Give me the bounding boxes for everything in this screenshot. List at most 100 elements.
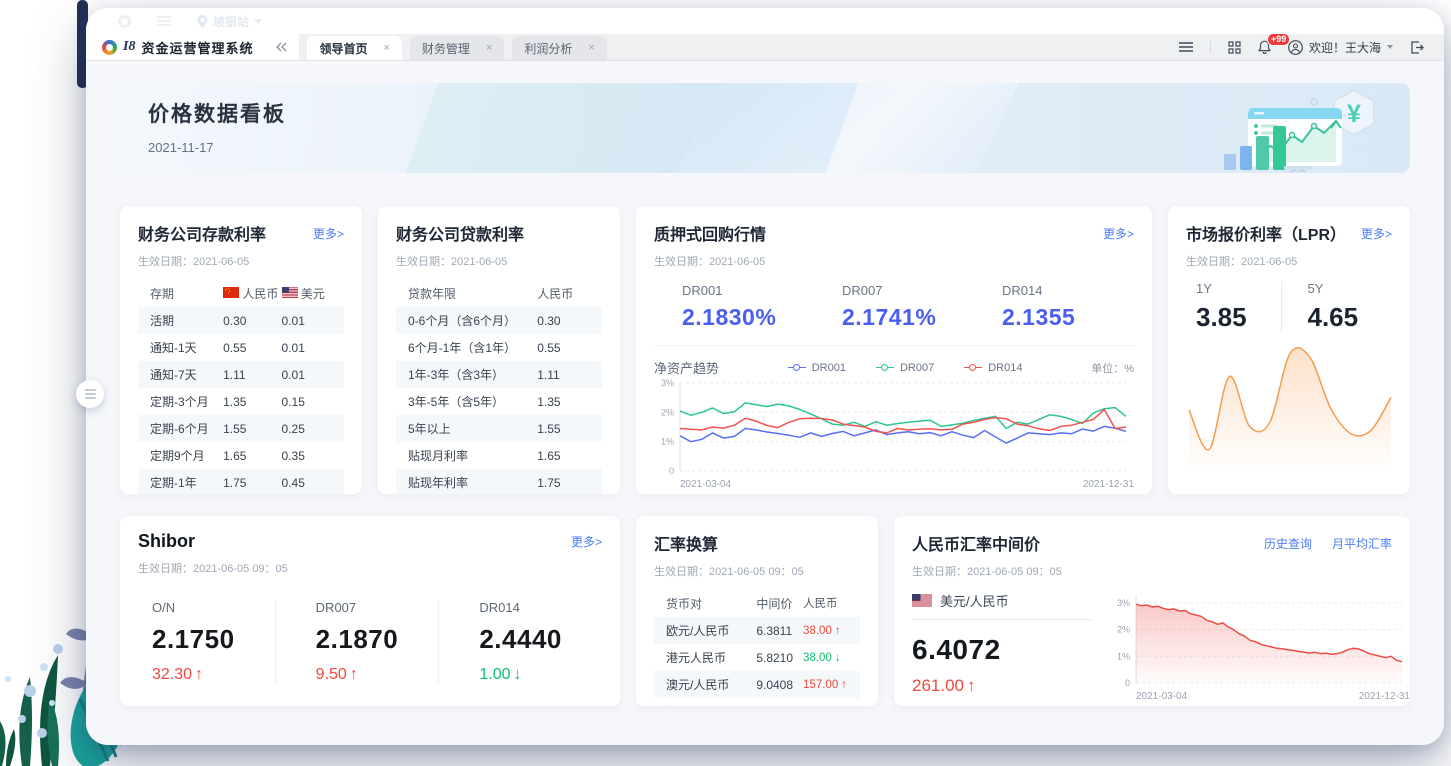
change-value: 9.50 (316, 666, 439, 684)
welcome-text: 欢迎！王大海 (1309, 39, 1381, 56)
tab-close-icon[interactable]: × (486, 42, 492, 54)
parity-value: 6.4072 (912, 634, 1092, 666)
app-logo: I8 资金运营管理系统 (86, 34, 263, 60)
divider (1210, 41, 1211, 53)
table-row: 通知-7天 1.11 0.01 (138, 361, 344, 388)
deposit-rate-table: 存期 人民币 美元 (138, 279, 344, 494)
effective-date: 生效日期：2021-06-05 (396, 253, 602, 269)
logo-text: I8 (123, 39, 135, 55)
lpr-stats: 1Y 3.85 5Y 4.65 (1186, 281, 1392, 333)
more-link[interactable]: 更多> (313, 225, 344, 242)
card-title: 汇率换算 (654, 531, 718, 555)
tab-label: 利润分析 (524, 40, 572, 57)
loan-rows: 0-6个月（含6个月） 0.30 6个月-1年（含1年） 0.55 (396, 307, 602, 494)
svg-text:1%: 1% (661, 437, 674, 447)
svg-text:0: 0 (669, 466, 674, 476)
ghost-logo-icon (118, 15, 131, 28)
deposit-rows: 活期 0.30 0.01 通知-1天 0.55 0.01 (138, 307, 344, 494)
apps-grid-icon[interactable] (1228, 41, 1241, 54)
us-flag-icon (282, 287, 298, 298)
table-row: 新西兰元/人民币 4.6150 105.00 (654, 698, 860, 706)
stat-dr007: DR007 2.1741% (814, 283, 974, 331)
effective-date: 生效日期：2021-06-05 09：05 (912, 563, 1392, 579)
fx-rows: 欧元/人民币 6.3811 38.00 港元人民币 5.8210 38.00 (654, 617, 860, 706)
rmb-quote: 美元/人民币 6.4072 261.00 (912, 587, 1092, 702)
trend-arrow-icon (835, 652, 841, 664)
deposit-rate-card: 财务公司存款利率 更多> 生效日期：2021-06-05 存期 人民币 (120, 206, 362, 494)
table-header: 货币对 中间价 人民币 (654, 589, 860, 617)
legend-item-dr007[interactable]: DR007 (876, 362, 934, 374)
card-title: 人民币汇率中间价 (912, 531, 1040, 555)
svg-text:3%: 3% (661, 378, 674, 388)
cn-flag-icon (223, 287, 239, 298)
table-header: 存期 人民币 美元 (138, 279, 344, 307)
cards-row-2: Shibor 更多> 生效日期：2021-06-05 09：05 O/N 2.1… (120, 516, 1410, 706)
effective-date: 生效日期：2021-06-05 09：05 (654, 563, 860, 579)
cards-row-1: 财务公司存款利率 更多> 生效日期：2021-06-05 存期 人民币 (120, 206, 1410, 494)
table-row: 6个月-1年（含1年） 0.55 (396, 334, 602, 361)
effective-date: 生效日期：2021-06-05 (654, 253, 1134, 269)
ghost-toolbar: 坡银站 (86, 8, 1444, 34)
lpr-wave-chart (1186, 335, 1392, 469)
collapse-tabs-icon[interactable] (263, 34, 299, 60)
tab-finance-management[interactable]: 财务管理 × (410, 36, 504, 60)
logout-icon[interactable] (1410, 41, 1424, 54)
tab-profit-analysis[interactable]: 利润分析 × (512, 36, 606, 60)
table-row: 港元人民币 5.8210 38.00 (654, 644, 860, 671)
tab-close-icon[interactable]: × (588, 42, 594, 54)
card-title: 市场报价利率（LPR） (1186, 221, 1346, 245)
legend-item-dr014[interactable]: DR014 (964, 362, 1022, 374)
more-link[interactable]: 更多> (571, 533, 602, 550)
effective-date: 生效日期：2021-06-05 (1186, 253, 1392, 269)
menu-icon[interactable] (1179, 42, 1193, 52)
table-row: 贴现年利率 1.75 (396, 469, 602, 494)
notifications-bell-icon[interactable]: +99 (1258, 40, 1271, 54)
stat-dr014: DR014 2.1355 (974, 283, 1134, 331)
trend-arrow-icon (835, 625, 841, 637)
trend-arrow-icon (841, 679, 847, 691)
monthly-average-link[interactable]: 月平均汇率 (1332, 535, 1392, 552)
user-menu[interactable]: 欢迎！王大海 (1288, 39, 1393, 56)
trend-arrow-icon (967, 676, 976, 695)
legend-marker (788, 364, 806, 372)
card-title: 财务公司贷款利率 (396, 221, 524, 245)
stat-dr001: DR001 2.1830% (654, 283, 814, 331)
table-row: 定期-6个月 1.55 0.25 (138, 415, 344, 442)
trend-arrow-icon (841, 706, 847, 707)
more-link[interactable]: 更多> (1103, 225, 1134, 242)
svg-text:1%: 1% (1117, 651, 1130, 661)
table-header: 贷款年限 人民币 (396, 279, 602, 307)
lpr-card: 市场报价利率（LPR） 更多> 生效日期：2021-06-05 1Y 3.85 (1168, 206, 1410, 494)
currency-pair: 美元/人民币 (940, 591, 1009, 610)
card-title: 财务公司存款利率 (138, 221, 266, 245)
table-row: 0-6个月（含6个月） 0.30 (396, 307, 602, 334)
table-row: 定期-3个月 1.35 0.15 (138, 388, 344, 415)
side-drag-handle[interactable] (76, 380, 104, 408)
tab-leader-home[interactable]: 领导首页 × (307, 36, 401, 60)
more-link[interactable]: 更多> (1361, 225, 1392, 242)
rmb-parity-card: 人民币汇率中间价 历史查询 月平均汇率 生效日期：2021-06-05 09：0… (894, 516, 1410, 706)
card-title: Shibor (138, 531, 195, 552)
dashboard-content: 价格数据看板 2021-11-17 ¥ (86, 61, 1444, 745)
svg-text:¥: ¥ (1347, 100, 1361, 128)
effective-date: 生效日期：2021-06-05 09：05 (138, 560, 602, 576)
legend-marker (964, 364, 982, 372)
stat-on: O/N 2.1750 32.30 (138, 600, 275, 684)
table-row: 定期9个月 1.65 0.35 (138, 442, 344, 469)
ghost-station-selector: 坡银站 (197, 13, 262, 30)
table-row: 定期-1年 1.75 0.45 (138, 469, 344, 494)
ghost-station-label: 坡银站 (213, 13, 249, 30)
hero-banner: 价格数据看板 2021-11-17 ¥ (120, 83, 1410, 173)
loan-rate-card: 财务公司贷款利率 生效日期：2021-06-05 贷款年限 人民币 (378, 206, 620, 494)
change-value: 1.00 (479, 666, 602, 684)
svg-text:2%: 2% (661, 407, 674, 417)
tab-close-icon[interactable]: × (383, 42, 389, 54)
fx-table: 货币对 中间价 人民币 欧元/人民币 6.3811 3 (654, 589, 860, 706)
svg-text:0: 0 (1125, 678, 1130, 688)
change-value: 32.30 (152, 666, 275, 684)
unit-label: 单位：% (1091, 360, 1134, 376)
location-pin-icon (197, 15, 208, 28)
history-query-link[interactable]: 历史查询 (1264, 535, 1312, 552)
repo-stats: DR001 2.1830% DR007 2.1741% DR014 2.1355 (654, 283, 1134, 346)
legend-item-dr001[interactable]: DR001 (788, 362, 846, 374)
